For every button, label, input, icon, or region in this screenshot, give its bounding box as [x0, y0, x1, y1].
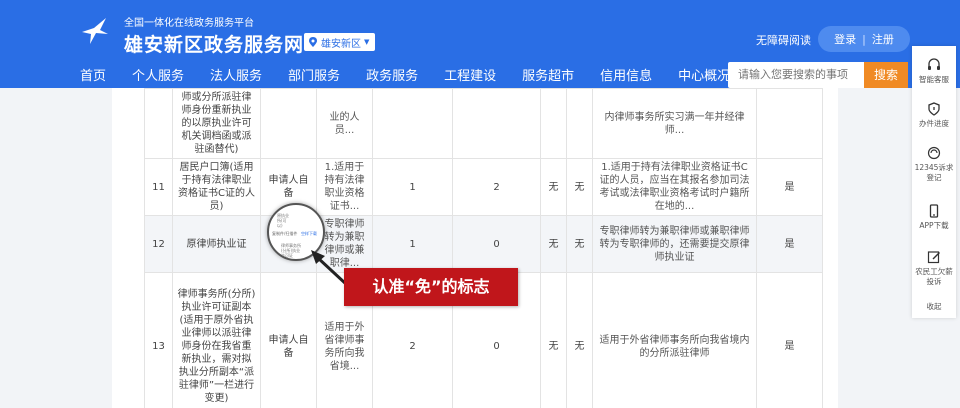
- materials-panel: 师或分所派驻律师身份重新执业的以原执业许可机关调档函或派驻函替代) 业的人员..…: [112, 88, 838, 408]
- magnifier-text-right: 空样下载: [301, 231, 317, 236]
- table-row: 师或分所派驻律师身份重新执业的以原执业许可机关调档函或派驻函替代) 业的人员..…: [144, 88, 823, 159]
- sidebar-item-label: 12345诉求登记: [914, 163, 954, 182]
- original-count: 1: [372, 158, 453, 216]
- sidebar-item-app-download[interactable]: APP下载: [912, 204, 956, 231]
- location-pin-icon: [309, 37, 317, 47]
- site-title[interactable]: 雄安新区政务服务网: [124, 30, 304, 57]
- nav-credit[interactable]: 信用信息: [600, 66, 652, 88]
- fill-instructions: 内律师事务所实习满一年并经律师...: [592, 88, 757, 159]
- material-source: 申请人自备: [260, 272, 317, 408]
- material-description: 1.适用于持有法律职业资格证书...: [316, 158, 373, 216]
- blank-form: 无: [566, 215, 593, 273]
- nav-service-market[interactable]: 服务超市: [522, 66, 574, 88]
- sidebar-item-label: APP下载: [919, 221, 949, 230]
- sidebar-item-hotline[interactable]: 12345诉求登记: [912, 146, 956, 183]
- sample-form: [540, 88, 567, 159]
- main-nav: 首页 个人服务 法人服务 部门服务 政务服务 工程建设 服务超市 信用信息 中心…: [80, 66, 756, 88]
- sidebar-item-label: 收起: [926, 302, 942, 311]
- register-link[interactable]: 注册: [872, 31, 894, 47]
- copy-count: [452, 88, 541, 159]
- material-description: 专职律师转为兼职律师或兼职律...: [316, 215, 373, 273]
- search-input[interactable]: [728, 62, 864, 88]
- sidebar-item-label: 农民工欠薪投诉: [915, 267, 953, 286]
- nav-personal[interactable]: 个人服务: [132, 66, 184, 88]
- floating-sidebar: 智能客服 办件进度 12345诉求登记 APP下载 农民工欠薪投诉 收起: [912, 46, 956, 318]
- nav-home[interactable]: 首页: [80, 66, 106, 88]
- sidebar-item-wage-complaint[interactable]: 农民工欠薪投诉: [912, 250, 956, 287]
- blank-form: 无: [566, 158, 593, 216]
- copy-count: 0: [452, 215, 541, 273]
- region-label: 雄安新区: [321, 38, 361, 50]
- region-selector[interactable]: 雄安新区 ▼: [304, 33, 376, 51]
- row-number: 12: [144, 215, 173, 273]
- magnifier-inset: 原执业所(可以) 复制件/扫描件 空样下载 律师事务所(分所)执业许可证: [267, 203, 325, 261]
- original-count: [372, 88, 453, 159]
- nav-department[interactable]: 部门服务: [288, 66, 340, 88]
- search-button[interactable]: 搜索: [864, 62, 908, 88]
- platform-subtitle: 全国一体化在线政务服务平台: [124, 18, 254, 29]
- nav-construction[interactable]: 工程建设: [444, 66, 496, 88]
- row-number: 11: [144, 158, 173, 216]
- sidebar-item-label: 智能客服: [919, 75, 949, 84]
- row-number: 13: [144, 272, 173, 408]
- sidebar-item-progress[interactable]: 办件进度: [912, 102, 956, 129]
- sidebar-item-label: 办件进度: [919, 119, 949, 128]
- material-source: [260, 88, 317, 159]
- nav-center[interactable]: 中心概况: [678, 66, 730, 88]
- magnifier-text-left: 复制件/扫描件: [272, 231, 298, 236]
- sample-form: 无: [540, 215, 567, 273]
- fill-instructions: 1.适用于持有法律职业资格证书C证的人员，应当在其报名参加司法考试或法律职业资格…: [592, 158, 757, 216]
- material-name: 居民户口簿(适用于持有法律职业资格证书C证的人员): [172, 158, 261, 216]
- site-header: 全国一体化在线政务服务平台 雄安新区政务服务网 雄安新区 ▼ 无障碍阅读 登录 …: [0, 0, 960, 88]
- table-row: 11 居民户口簿(适用于持有法律职业资格证书C证的人员) 申请人自备 1.适用于…: [144, 158, 823, 216]
- shield-icon: [928, 102, 940, 116]
- nav-government[interactable]: 政务服务: [366, 66, 418, 88]
- materials-table: 师或分所派驻律师身份重新执业的以原执业许可机关调档函或派驻函替代) 业的人员..…: [144, 88, 823, 408]
- required-flag: 是: [756, 215, 823, 273]
- logo-icon[interactable]: [80, 16, 110, 46]
- nav-corporate[interactable]: 法人服务: [210, 66, 262, 88]
- required-flag: [756, 88, 823, 159]
- required-flag: 是: [756, 158, 823, 216]
- blank-form: 无: [566, 272, 593, 408]
- table-row: 12 原律师执业证 专职律师转为兼职律师或兼职律... 1 0 无 无 专职律师…: [144, 215, 823, 273]
- required-flag: 是: [756, 272, 823, 408]
- original-count: 1: [372, 215, 453, 273]
- callout-label: 认准“免”的标志: [344, 268, 518, 306]
- login-register-group: 登录 | 注册: [818, 26, 910, 52]
- sidebar-collapse[interactable]: 收起: [912, 302, 956, 312]
- headset-icon: [928, 58, 940, 70]
- mobile-icon: [929, 204, 939, 218]
- accessibility-link[interactable]: 无障碍阅读: [756, 32, 811, 48]
- chevron-down-icon: ▼: [364, 38, 370, 46]
- fill-instructions: 专职律师转为兼职律师或兼职律师转为专职律师的，还需要提交原律师执业证: [592, 215, 757, 273]
- magnifier-text-bottom: 律师事务所(分所)执业许可证: [281, 243, 301, 258]
- sidebar-item-smart-service[interactable]: 智能客服: [912, 58, 956, 85]
- material-name: 师或分所派驻律师身份重新执业的以原执业许可机关调档函或派驻函替代): [172, 88, 261, 159]
- magnifier-text-top: 原执业所(可以): [277, 213, 289, 228]
- edit-icon: [927, 251, 940, 264]
- blank-form: [566, 88, 593, 159]
- copy-count: 2: [452, 158, 541, 216]
- material-name: 律师事务所(分所)执业许可证副本(适用于原外省执业律师以派驻律师身份在我省重新执…: [172, 272, 261, 408]
- material-description: 业的人员...: [316, 88, 373, 159]
- sample-form: 无: [540, 158, 567, 216]
- separator: |: [862, 32, 866, 46]
- phone-icon: [927, 146, 941, 160]
- row-number: [144, 88, 173, 159]
- fill-instructions: 适用于外省律师事务所向我省境内的分所派驻律师: [592, 272, 757, 408]
- material-name: 原律师执业证: [172, 215, 261, 273]
- sample-form: 无: [540, 272, 567, 408]
- login-link[interactable]: 登录: [834, 31, 856, 47]
